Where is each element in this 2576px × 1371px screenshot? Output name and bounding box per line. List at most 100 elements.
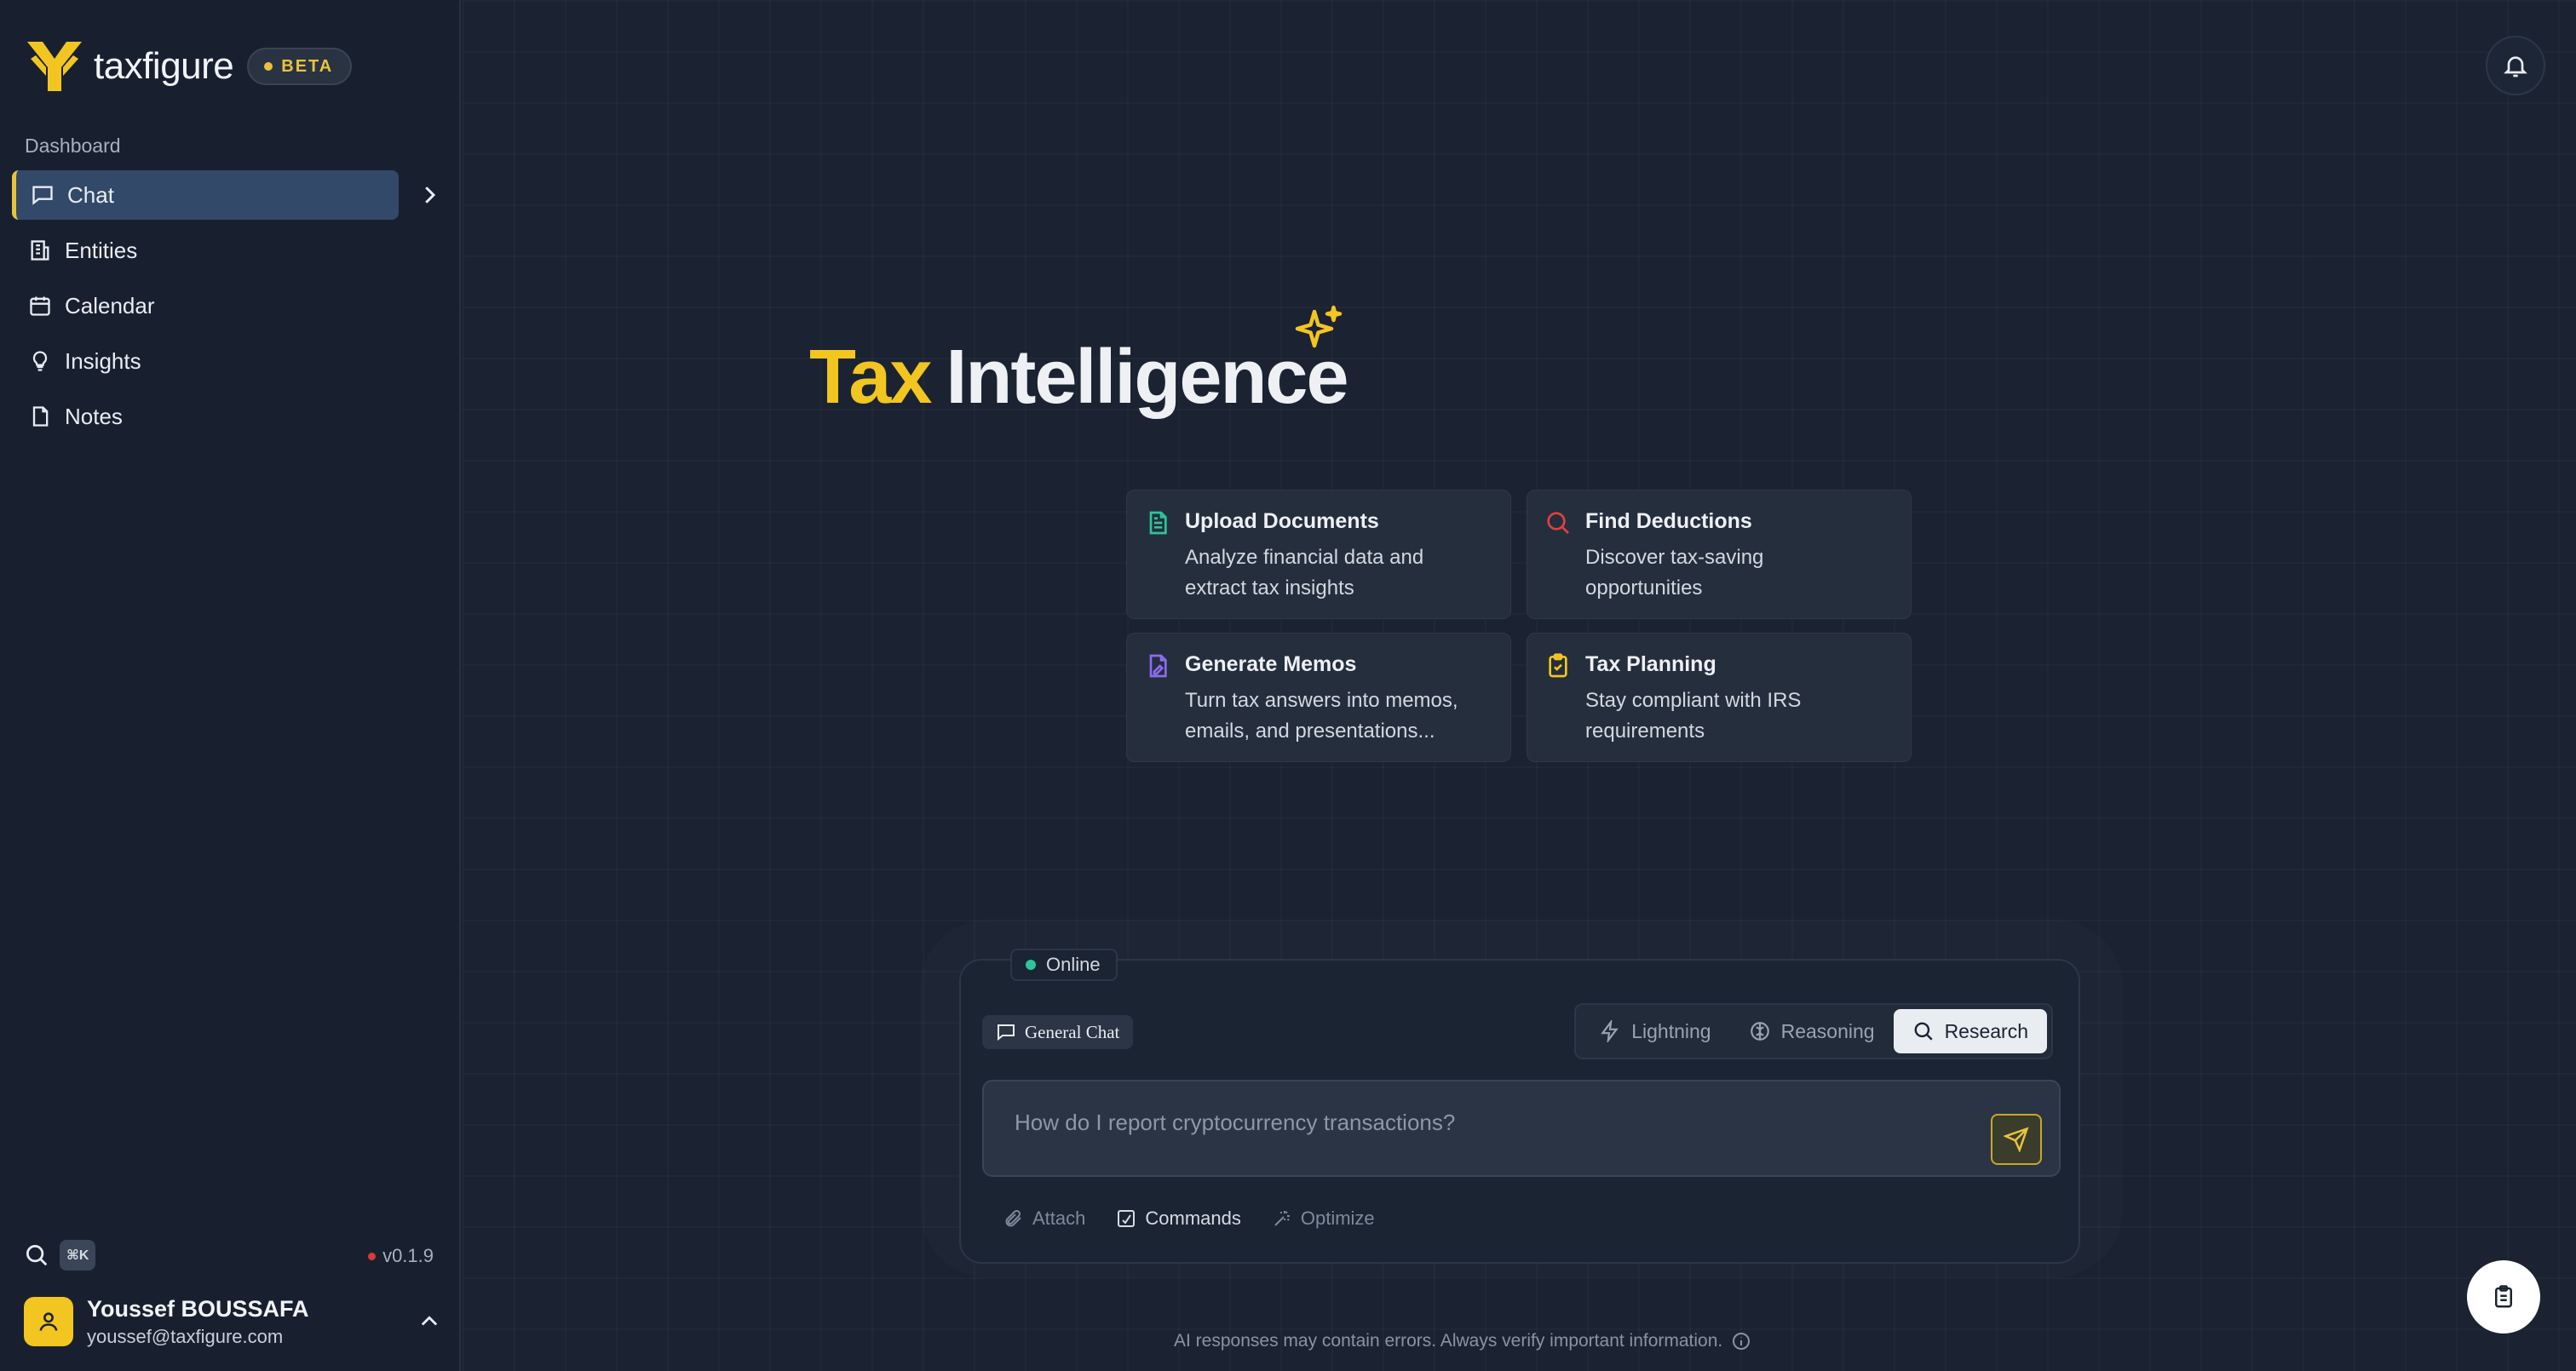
file-icon xyxy=(27,404,53,429)
lightbulb-icon xyxy=(27,348,53,374)
search-icon xyxy=(1547,512,1569,534)
title-word-tax: Tax xyxy=(809,335,932,420)
online-dot xyxy=(1026,960,1036,970)
card-description-line: opportunities xyxy=(1585,577,1703,599)
chevron-up-icon[interactable] xyxy=(417,1310,441,1334)
search-icon xyxy=(1914,1022,1933,1041)
status-badge: Online xyxy=(1010,949,1118,981)
commands-button[interactable]: Commands xyxy=(1116,1208,1241,1230)
card-upload-documents[interactable]: Upload Documents Analyze financial data … xyxy=(1126,490,1511,619)
clipboard-fab-button[interactable] xyxy=(2467,1260,2540,1334)
status-text: Online xyxy=(1046,954,1101,975)
chat-composer: Online General Chat Lightning Reasoning … xyxy=(959,949,2080,1264)
chat-icon xyxy=(998,1024,1015,1041)
composer-tools: Attach Commands Optimize xyxy=(1003,1208,1406,1230)
chevron-right-icon[interactable] xyxy=(417,182,442,208)
brand[interactable]: taxfigure BETA xyxy=(24,32,353,100)
user-email: youssef@taxfigure.com xyxy=(87,1325,284,1347)
avatar[interactable] xyxy=(24,1297,73,1346)
prompt-box xyxy=(982,1080,2061,1177)
card-description-line: Stay compliant with IRS xyxy=(1585,689,1802,712)
taxfigure-logo-icon xyxy=(27,42,82,91)
disclaimer-text: AI responses may contain errors. Always … xyxy=(1174,1331,1723,1351)
checkbox-icon xyxy=(1118,1210,1136,1227)
sidebar-item-entities[interactable]: Entities xyxy=(12,226,438,275)
document-icon xyxy=(1149,511,1167,535)
mode-reasoning[interactable]: Reasoning xyxy=(1730,1009,1894,1053)
optimize-button[interactable]: Optimize xyxy=(1272,1208,1375,1230)
user-icon xyxy=(39,1312,58,1331)
version-label: v0.1.9 xyxy=(368,1245,434,1267)
notifications-button[interactable] xyxy=(2486,36,2545,95)
sidebar: taxfigure BETA Dashboard Chat Entities C… xyxy=(0,0,461,1371)
clipboard-check-icon xyxy=(1549,653,1567,678)
clipboard-icon xyxy=(2495,1285,2512,1308)
card-description-line: requirements xyxy=(1585,720,1705,743)
sidebar-item-insights[interactable]: Insights xyxy=(12,336,438,386)
paperclip-icon xyxy=(1005,1209,1021,1227)
section-label-dashboard: Dashboard xyxy=(25,135,121,157)
card-description: Analyze financial data and extract tax i… xyxy=(1185,542,1493,604)
model-mode-toggle: Lightning Reasoning Research xyxy=(1574,1003,2053,1059)
brain-icon xyxy=(1750,1022,1769,1041)
tool-label: Attach xyxy=(1032,1208,1086,1229)
send-button[interactable] xyxy=(1991,1114,2042,1165)
sidebar-item-label: Chat xyxy=(67,181,114,208)
chat-mode-label: General Chat xyxy=(1025,1021,1120,1042)
version-status-dot xyxy=(368,1252,377,1260)
sidebar-item-label: Entities xyxy=(65,237,138,263)
user-menu[interactable]: Youssef BOUSSAFA youssef@taxfigure.com xyxy=(24,1294,441,1349)
user-info: Youssef BOUSSAFA youssef@taxfigure.com xyxy=(87,1296,309,1348)
lightning-icon xyxy=(1601,1020,1619,1042)
mode-research[interactable]: Research xyxy=(1893,1009,2047,1053)
info-icon[interactable] xyxy=(1731,1331,1751,1351)
mode-label: Research xyxy=(1944,1019,2028,1042)
card-description: Turn tax answers into memos, emails, and… xyxy=(1185,686,1493,747)
prompt-input[interactable] xyxy=(1015,1105,1952,1139)
beta-badge: BETA xyxy=(247,48,353,85)
card-description: Stay compliant with IRS requirements xyxy=(1585,686,1894,747)
card-title: Find Deductions xyxy=(1585,509,1752,533)
sidebar-item-label: Calendar xyxy=(65,292,155,318)
bell-icon xyxy=(2504,56,2527,77)
title-word-intelligence: Intelligence xyxy=(946,335,1348,420)
card-find-deductions[interactable]: Find Deductions Discover tax-saving oppo… xyxy=(1527,490,1912,619)
quick-search[interactable]: ⌘K xyxy=(24,1240,96,1271)
sidebar-item-chat[interactable]: Chat xyxy=(12,170,399,220)
card-title: Generate Memos xyxy=(1185,652,1357,676)
mode-lightning[interactable]: Lightning xyxy=(1580,1009,1729,1053)
beta-dot xyxy=(264,62,273,71)
sidebar-item-calendar[interactable]: Calendar xyxy=(12,281,438,330)
card-tax-planning[interactable]: Tax Planning Stay compliant with IRS req… xyxy=(1527,633,1912,762)
chat-mode-chip[interactable]: General Chat xyxy=(982,1015,1134,1049)
chat-icon xyxy=(30,182,55,208)
card-description: Discover tax-saving opportunities xyxy=(1585,542,1894,604)
sidebar-item-label: Notes xyxy=(65,403,123,429)
card-description-line: Analyze financial data and xyxy=(1185,546,1424,569)
user-name: Youssef BOUSSAFA xyxy=(87,1295,309,1322)
sidebar-item-notes[interactable]: Notes xyxy=(12,392,438,441)
card-description-line: emails, and presentations... xyxy=(1185,720,1435,743)
mode-label: Reasoning xyxy=(1780,1019,1875,1042)
app-root: taxfigure BETA Dashboard Chat Entities C… xyxy=(0,0,2576,1371)
disclaimer: AI responses may contain errors. Always … xyxy=(1174,1331,1751,1351)
card-title: Tax Planning xyxy=(1585,652,1716,676)
version-text: v0.1.9 xyxy=(382,1245,434,1266)
card-description-line: Turn tax answers into memos, xyxy=(1185,689,1458,712)
building-icon xyxy=(27,238,53,263)
brand-name: taxfigure xyxy=(94,45,234,87)
card-description-line: Discover tax-saving xyxy=(1585,546,1764,569)
memo-icon xyxy=(1149,654,1167,678)
calendar-icon xyxy=(27,293,53,318)
card-title: Upload Documents xyxy=(1185,509,1379,533)
shortcut-badge: ⌘K xyxy=(60,1240,96,1271)
sidebar-nav: Chat Entities Calendar Insights Notes xyxy=(12,170,438,447)
attach-button[interactable]: Attach xyxy=(1003,1208,1085,1230)
search-icon[interactable] xyxy=(24,1242,49,1268)
card-generate-memos[interactable]: Generate Memos Turn tax answers into mem… xyxy=(1126,633,1511,762)
send-icon xyxy=(2004,1127,2029,1152)
sparkle-icon xyxy=(1295,305,1343,348)
tool-label: Optimize xyxy=(1300,1208,1375,1229)
card-description-line: extract tax insights xyxy=(1185,577,1354,599)
mode-label: Lightning xyxy=(1631,1019,1711,1042)
